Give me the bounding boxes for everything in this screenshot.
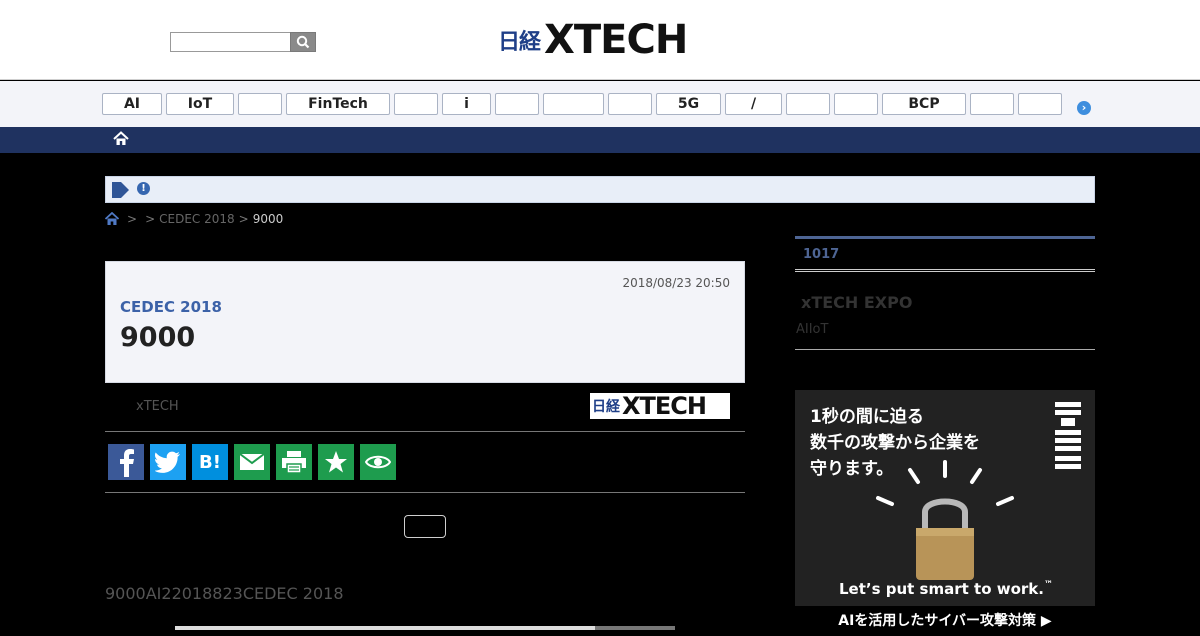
tag-item[interactable] <box>394 93 438 115</box>
breadcrumb-item-cedec[interactable]: CEDEC 2018 <box>159 212 235 226</box>
ibm-logo-icon <box>1055 402 1081 469</box>
bookmark-button[interactable] <box>318 444 354 480</box>
watch-button[interactable] <box>360 444 396 480</box>
expo-subtitle: AIIoT <box>796 322 829 337</box>
chevron-right-icon[interactable]: › <box>1077 101 1091 115</box>
alert-icon: ! <box>137 182 150 195</box>
tag-item[interactable] <box>608 93 652 115</box>
tag-i[interactable]: i <box>442 93 491 115</box>
star-icon <box>325 451 347 473</box>
home-icon[interactable] <box>113 131 129 147</box>
article-image-edge <box>595 626 675 630</box>
source-logo-main: XTECH <box>622 392 707 420</box>
tag-iot[interactable]: IoT <box>166 93 234 115</box>
notice-bar[interactable]: ! <box>105 176 1095 203</box>
source-logo[interactable]: 日経 XTECH <box>590 392 730 420</box>
article-body: 9000AI22018823CEDEC 2018 <box>105 584 344 603</box>
site-logo[interactable]: 日経 XTECH <box>498 17 688 63</box>
ad-tagline: Let’s put smart to work.™ <box>839 580 1053 598</box>
padlock-icon <box>876 460 1014 580</box>
article-title: 9000 <box>120 322 196 353</box>
tag-bcp[interactable]: BCP <box>882 93 966 115</box>
home-icon[interactable] <box>105 212 119 226</box>
ad-headline-2: 数千の攻撃から企業を <box>810 433 980 453</box>
mail-icon <box>239 453 265 470</box>
tag-item[interactable] <box>834 93 878 115</box>
tag-5g[interactable]: 5G <box>656 93 721 115</box>
ranking-header: 1017 <box>795 236 1095 272</box>
twitter-share-button[interactable] <box>150 444 186 480</box>
tag-slash[interactable]: / <box>725 93 782 115</box>
breadcrumb-current: 9000 <box>252 212 284 226</box>
hatena-icon: B! <box>199 451 221 473</box>
breadcrumb-separator: > <box>238 212 249 226</box>
article-date: 2018/08/23 20:50 <box>622 276 730 290</box>
facebook-share-button[interactable] <box>108 444 144 480</box>
print-button[interactable] <box>276 444 312 480</box>
tag-item[interactable] <box>495 93 539 115</box>
ranking-label[interactable]: 1017 <box>803 247 839 262</box>
ad-headline-1: 1秒の間に迫る <box>810 407 924 427</box>
divider <box>105 492 745 493</box>
article-header: 2018/08/23 20:50 CEDEC 2018 9000 <box>105 261 745 383</box>
tag-item[interactable] <box>970 93 1014 115</box>
tag-item[interactable] <box>786 93 830 115</box>
facebook-icon <box>120 449 134 477</box>
search-button[interactable] <box>290 32 316 52</box>
ad-tagline-tm: ™ <box>1043 580 1053 590</box>
divider <box>795 349 1095 350</box>
tag-fintech[interactable]: FinTech <box>286 93 390 115</box>
breadcrumb-separator: > <box>127 212 138 226</box>
tag-item[interactable] <box>543 93 604 115</box>
article-kicker[interactable]: CEDEC 2018 <box>120 298 222 316</box>
site-header: 日経 XTECH <box>0 0 1200 80</box>
tag-item[interactable] <box>238 93 282 115</box>
ad-tagline-text: Let’s put smart to work. <box>839 580 1044 598</box>
ad-footer-link[interactable]: AIを活用したサイバー攻撃対策 ▶ <box>795 606 1095 630</box>
breadcrumb: > > CEDEC 2018 > 9000 <box>105 211 283 227</box>
divider <box>105 431 745 432</box>
ad-banner[interactable]: 1秒の間に迫る 数千の攻撃から企業を 守ります。 Let’s put smart… <box>795 390 1095 606</box>
tag-ai[interactable]: AI <box>102 93 162 115</box>
logo-main-text: XTECH <box>544 17 688 63</box>
logo-jp-text: 日経 <box>498 30 541 55</box>
expo-title[interactable]: xTECH EXPO <box>801 293 912 312</box>
search-icon <box>296 35 310 49</box>
tag-bar: AI IoT FinTech i 5G / BCP › <box>0 81 1200 127</box>
print-icon <box>282 451 306 474</box>
play-icon <box>112 182 129 198</box>
eye-icon <box>365 455 391 469</box>
main-nav <box>0 127 1200 153</box>
source-logo-jp: 日経 <box>592 399 620 415</box>
article-author: xTECH <box>136 399 179 414</box>
twitter-icon <box>155 451 180 473</box>
breadcrumb-separator: > <box>145 212 156 226</box>
hatena-bookmark-button[interactable]: B! <box>192 444 228 480</box>
follow-button[interactable] <box>404 515 446 538</box>
tag-item[interactable] <box>1018 93 1062 115</box>
search-input[interactable] <box>170 32 291 52</box>
mail-share-button[interactable] <box>234 444 270 480</box>
